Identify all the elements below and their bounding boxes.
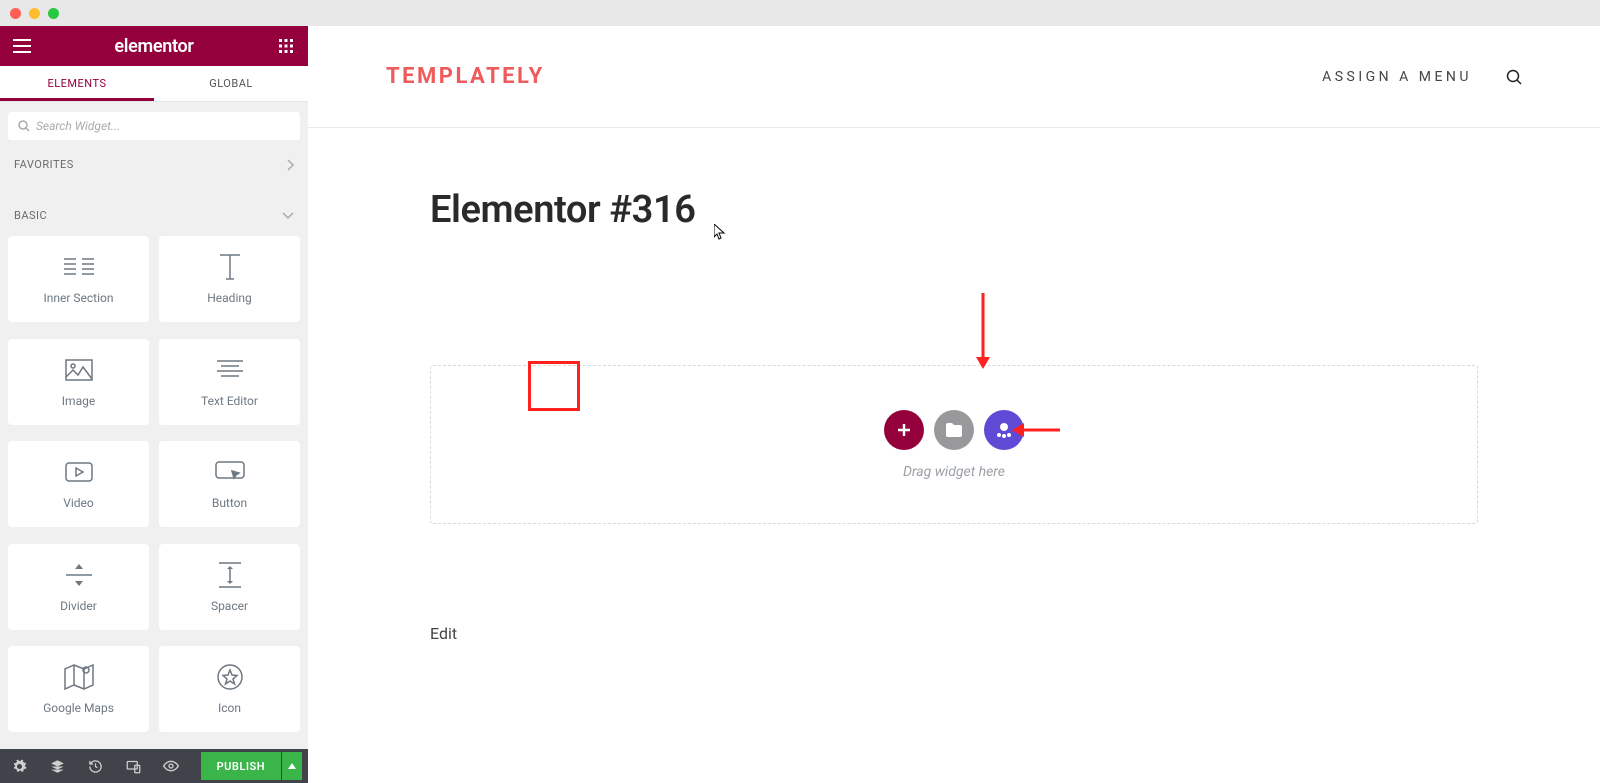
- widget-label: Spacer: [211, 599, 248, 613]
- caret-up-icon: [288, 763, 296, 769]
- spacer-icon: [219, 561, 241, 589]
- maximize-window-icon[interactable]: [48, 8, 59, 19]
- page-title: Elementor #316: [430, 188, 1478, 232]
- page-body: Elementor #316 Drag widget here: [308, 128, 1600, 643]
- widget-label: Video: [63, 496, 94, 510]
- search-icon: [18, 120, 30, 132]
- image-icon: [65, 356, 93, 384]
- tab-elements[interactable]: ELEMENTS: [0, 66, 154, 101]
- close-window-icon[interactable]: [10, 8, 21, 19]
- edit-link[interactable]: Edit: [430, 624, 457, 643]
- hamburger-menu-button[interactable]: [12, 36, 32, 56]
- widget-inner-section[interactable]: Inner Section: [8, 236, 149, 322]
- eye-icon: [163, 760, 179, 772]
- map-icon: [64, 663, 94, 691]
- annotation-arrow-down-icon: [976, 293, 990, 369]
- widget-google-maps[interactable]: Google Maps: [8, 646, 149, 732]
- search-input[interactable]: Search Widget...: [8, 112, 300, 140]
- widget-label: Inner Section: [43, 291, 113, 305]
- window-chrome: [0, 0, 1600, 26]
- editor-canvas: TEMPLATELY ASSIGN A MENU Elementor #316: [308, 26, 1600, 783]
- section-favorites-label: FAVORITES: [14, 158, 74, 171]
- annotation-highlight: [528, 361, 580, 411]
- template-library-button[interactable]: [934, 410, 974, 450]
- drag-hint-text: Drag widget here: [903, 464, 1005, 480]
- publish-label: PUBLISH: [217, 760, 265, 773]
- annotation-arrow-left-icon: [1012, 423, 1060, 437]
- divider-icon: [66, 561, 92, 589]
- add-section-buttons: [884, 410, 1024, 450]
- drop-area[interactable]: Drag widget here: [430, 365, 1478, 524]
- widget-label: Icon: [218, 701, 241, 715]
- folder-icon: [945, 422, 963, 438]
- text-editor-icon: [217, 356, 243, 384]
- section-basic[interactable]: BASIC: [0, 185, 308, 236]
- widget-label: Divider: [60, 599, 97, 613]
- apps-grid-button[interactable]: [276, 36, 296, 56]
- devices-icon: [126, 759, 141, 774]
- elementor-sidebar: elementor ELEMENTS GLOBAL Search Widget.…: [0, 26, 308, 783]
- widget-text-editor[interactable]: Text Editor: [159, 339, 300, 425]
- widget-label: Heading: [207, 291, 252, 305]
- add-section-button[interactable]: [884, 410, 924, 450]
- settings-button[interactable]: [0, 749, 38, 783]
- chevron-down-icon: [282, 212, 294, 220]
- cursor-icon: [714, 224, 726, 240]
- section-basic-label: BASIC: [14, 209, 47, 222]
- widget-heading[interactable]: Heading: [159, 236, 300, 322]
- templately-icon: [994, 421, 1014, 439]
- widgets-grid: Inner Section Heading Image Text Editor …: [0, 236, 308, 749]
- tab-global[interactable]: GLOBAL: [154, 66, 308, 101]
- plus-icon: [896, 422, 912, 438]
- video-icon: [65, 458, 93, 486]
- history-button[interactable]: [76, 749, 114, 783]
- site-brand[interactable]: TEMPLATELY: [386, 64, 545, 89]
- site-search-button[interactable]: [1506, 69, 1522, 85]
- publish-options-button[interactable]: [282, 752, 302, 780]
- search-placeholder: Search Widget...: [36, 119, 120, 133]
- button-icon: [215, 458, 245, 486]
- section-favorites[interactable]: FAVORITES: [0, 144, 308, 185]
- widget-icon[interactable]: Icon: [159, 646, 300, 732]
- heading-icon: [216, 253, 244, 281]
- widget-label: Text Editor: [201, 394, 258, 408]
- site-header: TEMPLATELY ASSIGN A MENU: [308, 26, 1600, 128]
- sidebar-header: elementor: [0, 26, 308, 66]
- widget-label: Button: [212, 496, 247, 510]
- widget-label: Google Maps: [43, 701, 114, 715]
- search-icon: [1506, 69, 1522, 85]
- widget-divider[interactable]: Divider: [8, 544, 149, 630]
- publish-button[interactable]: PUBLISH: [201, 752, 281, 780]
- elementor-logo: elementor: [114, 36, 193, 57]
- widget-spacer[interactable]: Spacer: [159, 544, 300, 630]
- sidebar-footer: PUBLISH: [0, 749, 308, 783]
- widget-image[interactable]: Image: [8, 339, 149, 425]
- star-icon: [217, 663, 243, 691]
- navigator-button[interactable]: [38, 749, 76, 783]
- gear-icon: [12, 759, 27, 774]
- assign-menu-link[interactable]: ASSIGN A MENU: [1322, 69, 1472, 85]
- widget-label: Image: [62, 394, 95, 408]
- responsive-button[interactable]: [114, 749, 152, 783]
- history-icon: [88, 759, 103, 774]
- layers-icon: [50, 759, 65, 774]
- search-wrap: Search Widget...: [0, 102, 308, 144]
- minimize-window-icon[interactable]: [29, 8, 40, 19]
- columns-icon: [64, 253, 94, 281]
- preview-button[interactable]: [152, 749, 190, 783]
- chevron-right-icon: [286, 159, 294, 171]
- widget-button[interactable]: Button: [159, 441, 300, 527]
- panel-tabs: ELEMENTS GLOBAL: [0, 66, 308, 102]
- widget-video[interactable]: Video: [8, 441, 149, 527]
